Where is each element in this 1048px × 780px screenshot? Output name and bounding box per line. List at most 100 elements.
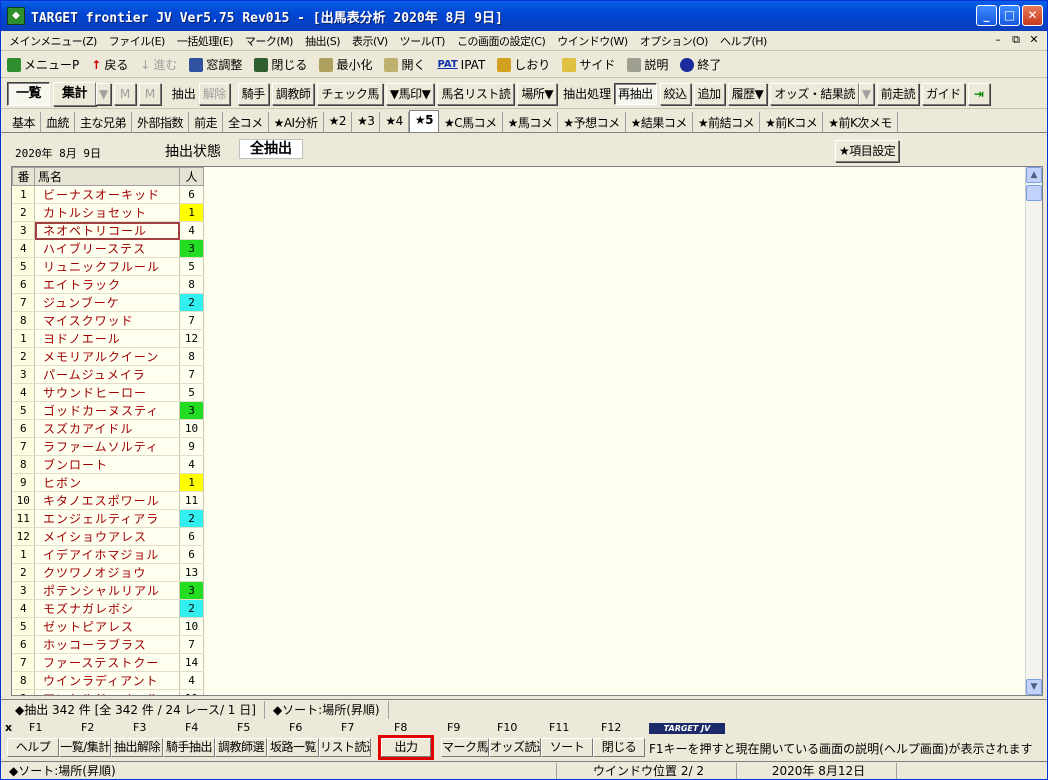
list-view-button[interactable]: 一覧 bbox=[7, 81, 51, 106]
item-settings-button[interactable]: ★項目設定 bbox=[835, 140, 900, 162]
horse-name[interactable]: ゼットピアレス bbox=[34, 617, 180, 636]
horse-name[interactable]: カトルショセット bbox=[34, 203, 180, 222]
horse-name[interactable]: パームジュメイラ bbox=[34, 365, 180, 384]
horse-list-button[interactable]: 馬名リスト読 bbox=[437, 82, 515, 105]
tab-result-comment[interactable]: ★結果コメ bbox=[626, 112, 693, 132]
horse-name[interactable]: ポテンシャルリアル bbox=[34, 581, 180, 600]
table-row[interactable]: 2 クツワノオジョウ 13 bbox=[12, 563, 204, 582]
horse-name[interactable]: ファーステストクー bbox=[34, 653, 180, 672]
table-row[interactable]: 12 メイショウアレス 6 bbox=[12, 527, 204, 546]
table-row[interactable]: 6 エイトラック 8 bbox=[12, 275, 204, 294]
release-button[interactable]: 解除 bbox=[198, 82, 230, 105]
table-row[interactable]: 3 パームジュメイラ 7 bbox=[12, 365, 204, 384]
m1-button[interactable]: M bbox=[113, 82, 136, 105]
summary-view-button[interactable]: 集計 bbox=[53, 81, 97, 106]
menu-tool[interactable]: ツール(T) bbox=[394, 33, 451, 49]
horse-name[interactable]: ホッコーラブラス bbox=[34, 635, 180, 654]
table-row[interactable]: 11 エンジェルティアラ 2 bbox=[12, 509, 204, 528]
table-row[interactable]: 8 ブンロート 4 bbox=[12, 455, 204, 474]
horse-name[interactable]: ヒボン bbox=[34, 473, 180, 492]
tab-star5[interactable]: ★5 bbox=[408, 110, 439, 132]
horse-name[interactable]: リュニックフルール bbox=[34, 257, 180, 276]
menu-screen-settings[interactable]: この画面の設定(C) bbox=[451, 33, 551, 49]
menu-extract[interactable]: 抽出(S) bbox=[299, 33, 346, 49]
f9-mark-horse-button[interactable]: マーク馬 bbox=[441, 737, 489, 757]
table-row[interactable]: 7 ジュンブーケ 2 bbox=[12, 293, 204, 312]
menu-option[interactable]: オプション(O) bbox=[634, 33, 714, 49]
guide-button[interactable]: ガイド bbox=[922, 82, 965, 105]
scroll-thumb[interactable] bbox=[1026, 185, 1042, 201]
menu-file[interactable]: ファイル(E) bbox=[103, 33, 171, 49]
menu-window[interactable]: ウインドウ(W) bbox=[551, 33, 633, 49]
table-row[interactable]: 7 ファーステストクー 14 bbox=[12, 653, 204, 672]
fkey-close-icon[interactable]: x bbox=[5, 721, 12, 734]
menu-main[interactable]: メインメニュー(Z) bbox=[1, 33, 103, 49]
window-adjust-button[interactable]: 窓調整 bbox=[183, 54, 248, 76]
tab-siblings[interactable]: 主な兄弟 bbox=[75, 112, 133, 132]
f3-release-extract-button[interactable]: 抽出解除 bbox=[111, 737, 163, 757]
horse-name[interactable]: ブンロート bbox=[34, 455, 180, 474]
table-row[interactable]: 1 イデアイホマジョル 6 bbox=[12, 545, 204, 564]
horse-name[interactable]: ビーナスオーキッド bbox=[34, 185, 180, 204]
table-row[interactable]: 2 カトルショセット 1 bbox=[12, 203, 204, 222]
menu-mark[interactable]: マーク(M) bbox=[239, 33, 299, 49]
f6-slope-list-button[interactable]: 坂路一覧 bbox=[267, 737, 319, 757]
tab-pedigree[interactable]: 血統 bbox=[41, 112, 76, 132]
table-row[interactable]: 7 ラファームソルティ 9 bbox=[12, 437, 204, 456]
tab-prev-k-comment[interactable]: ★前Kコメ bbox=[760, 112, 824, 132]
f8-output-button[interactable]: 出力 bbox=[378, 734, 434, 760]
jockey-button[interactable]: 騎手 bbox=[237, 82, 269, 105]
horse-name[interactable]: マイスクワッド bbox=[34, 311, 180, 330]
minimize-tb-button[interactable]: 最小化 bbox=[313, 54, 378, 76]
horse-name[interactable]: エイトラック bbox=[34, 275, 180, 294]
horse-name[interactable]: エンジェルティアラ bbox=[34, 509, 180, 528]
forward-button[interactable]: ↓ 進む bbox=[134, 54, 183, 76]
horse-name[interactable]: ウインラディアント bbox=[34, 671, 180, 690]
horse-name[interactable]: アントルドゥメール bbox=[34, 689, 180, 695]
horse-name[interactable]: メモリアルクイーン bbox=[34, 347, 180, 366]
col-number[interactable]: 番 bbox=[12, 167, 35, 186]
tab-prev-k-next-memo[interactable]: ★前K次メモ bbox=[823, 112, 898, 132]
maximize-button[interactable]: □ bbox=[999, 5, 1020, 26]
horse-mark-button[interactable]: ▼馬印▼ bbox=[385, 82, 435, 105]
table-row[interactable]: 5 リュニックフルール 5 bbox=[12, 257, 204, 276]
tab-all-comments[interactable]: 全コメ bbox=[223, 112, 269, 132]
place-button[interactable]: 場所▼ bbox=[517, 82, 558, 105]
scroll-down-icon[interactable]: ▼ bbox=[1026, 679, 1042, 695]
add-button[interactable]: 追加 bbox=[693, 82, 725, 105]
horse-name[interactable]: ヨドノエール bbox=[34, 329, 180, 348]
menu-p-button[interactable]: メニューP bbox=[1, 54, 85, 76]
table-row[interactable]: 5 ゴッドカーヌスティ 3 bbox=[12, 401, 204, 420]
close-window-button[interactable]: 閉じる bbox=[248, 54, 313, 76]
menu-batch[interactable]: 一括処理(E) bbox=[171, 33, 239, 49]
horse-name[interactable]: ネオペトリコール bbox=[34, 221, 180, 240]
tab-star2[interactable]: ★2 bbox=[324, 112, 353, 132]
tab-star3[interactable]: ★3 bbox=[352, 112, 381, 132]
exit-door-button[interactable]: ⇥ bbox=[967, 82, 990, 105]
horse-name[interactable]: ラファームソルティ bbox=[34, 437, 180, 456]
tab-c-horse-comment[interactable]: ★C馬コメ bbox=[439, 112, 503, 132]
back-button[interactable]: ↑ 戻る bbox=[85, 54, 134, 76]
f2-list-summary-button[interactable]: 一覧/集計 bbox=[59, 737, 111, 757]
f11-sort-button[interactable]: ソート bbox=[541, 737, 593, 757]
table-row[interactable]: 10 キタノエスポワール 11 bbox=[12, 491, 204, 510]
history-button[interactable]: 履歴▼ bbox=[727, 82, 768, 105]
table-row[interactable]: 6 ホッコーラブラス 7 bbox=[12, 635, 204, 654]
table-row[interactable]: 3 ネオペトリコール 4 bbox=[12, 221, 204, 240]
horse-name[interactable]: クツワノオジョウ bbox=[34, 563, 180, 582]
bookmark-button[interactable]: しおり bbox=[491, 54, 556, 76]
tab-prediction-comment[interactable]: ★予想コメ bbox=[558, 112, 626, 132]
title-bar[interactable]: ◆ TARGET frontier JV Ver5.75 Rev015 - [出… bbox=[1, 1, 1047, 31]
summary-dropdown-button[interactable]: ▼ bbox=[96, 82, 111, 105]
vertical-scrollbar[interactable]: ▲ ▼ bbox=[1025, 167, 1042, 695]
tab-basic[interactable]: 基本 bbox=[7, 112, 42, 132]
f4-jockey-extract-button[interactable]: 騎手抽出 bbox=[163, 737, 215, 757]
horse-name[interactable]: ジュンブーケ bbox=[34, 293, 180, 312]
table-row[interactable]: 9アントルドゥメール11 bbox=[12, 689, 204, 695]
horse-name[interactable]: モズナガレボシ bbox=[34, 599, 180, 618]
f5-trainer-select-button[interactable]: 調教師選 bbox=[215, 737, 267, 757]
menu-view[interactable]: 表示(V) bbox=[346, 33, 394, 49]
horse-name[interactable]: スズカアイドル bbox=[34, 419, 180, 438]
check-horse-button[interactable]: チェック馬 bbox=[317, 82, 383, 105]
f1-help-button[interactable]: ヘルプ bbox=[7, 737, 59, 757]
